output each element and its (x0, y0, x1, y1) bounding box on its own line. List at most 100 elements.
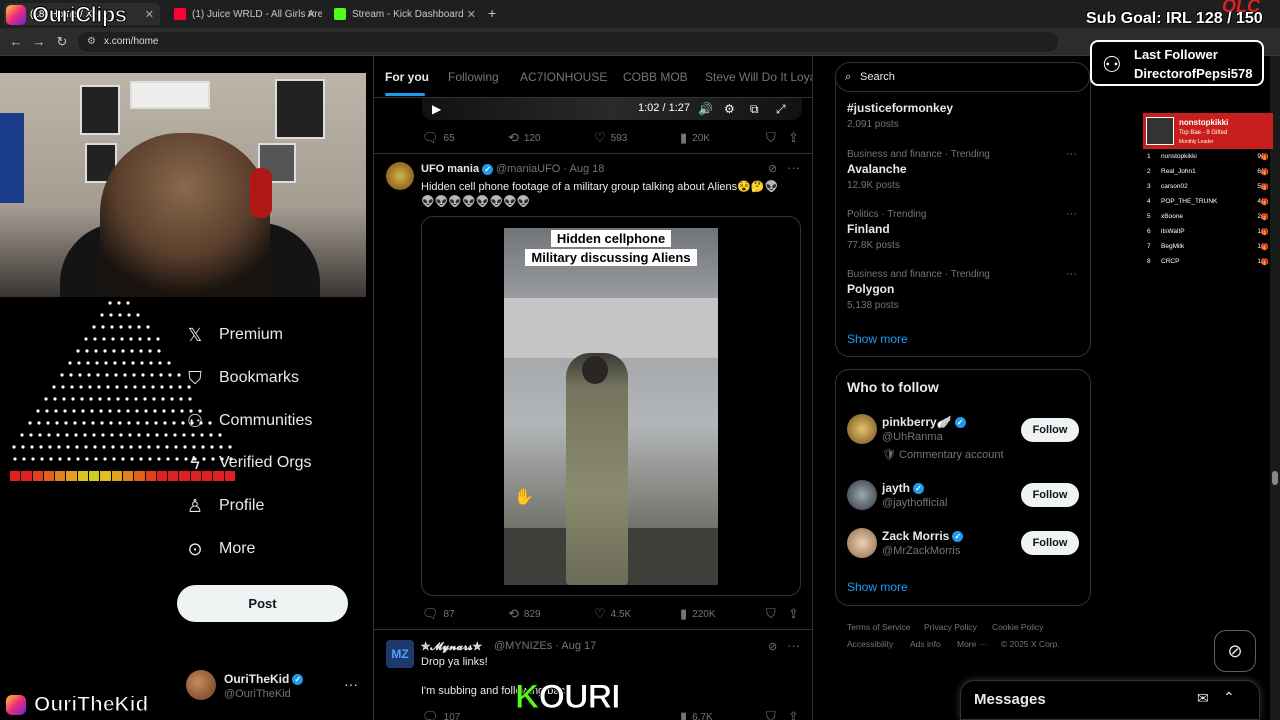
repost-button[interactable]: ⟲ 120 (508, 130, 541, 146)
like-button[interactable]: ♡ 593 (594, 130, 627, 146)
grok-icon[interactable]: ⊘ (768, 640, 777, 653)
back-arrow-icon[interactable]: ← (8, 34, 24, 49)
pattern-dot (166, 457, 170, 461)
meter-segment (156, 471, 168, 481)
grok-button[interactable]: ⊘ (1214, 630, 1256, 672)
picture-in-picture-icon[interactable]: ⧉ (750, 102, 759, 117)
url-input[interactable]: ⚙ x.com/home (78, 32, 1058, 52)
tweet-video[interactable]: Hidden cellphone Military discussing Ali… (421, 216, 801, 596)
reply-button[interactable]: 🗨 87 (422, 606, 455, 622)
reload-icon[interactable]: ↻ (54, 34, 70, 50)
account-more-icon[interactable]: ··· (344, 676, 358, 692)
terms-link[interactable]: Terms of Service (847, 622, 910, 632)
views-button[interactable]: ▮ 6.7K (680, 709, 713, 720)
follow-button[interactable]: Follow (1021, 418, 1079, 442)
bookmark-button[interactable]: ⛉ (766, 709, 776, 720)
close-tab-icon[interactable]: ✕ (145, 8, 154, 21)
new-message-icon[interactable]: ✉ (1197, 690, 1209, 707)
share-button[interactable]: ⇪ (788, 606, 799, 622)
close-tab-icon[interactable]: ✕ (307, 8, 316, 21)
scrollbar-thumb[interactable] (1272, 471, 1278, 485)
trend-more-icon[interactable]: ··· (1066, 148, 1077, 160)
nav-profile[interactable]: ♙ Profile (185, 490, 264, 522)
share-button[interactable]: ⇪ (788, 709, 799, 720)
leaderboard-user: xBoone (1161, 213, 1184, 220)
avatar[interactable] (386, 162, 414, 190)
play-icon[interactable]: ▶ (432, 102, 441, 116)
trend-more-icon[interactable]: ··· (1066, 268, 1077, 280)
nav-more[interactable]: ⊙ More (185, 533, 255, 565)
show-more-trends-link[interactable]: Show more (847, 332, 908, 346)
volume-icon[interactable]: 🔊 (698, 102, 713, 116)
tweet-author-handle[interactable]: @MYNIZEs · Aug 17 (494, 640, 596, 652)
trend-name[interactable]: Polygon (847, 282, 894, 296)
tab-cobb-mob[interactable]: COBB MOB (623, 70, 688, 84)
pattern-dot (63, 409, 67, 413)
pattern-dot (128, 433, 132, 437)
trend-more-icon[interactable]: ··· (1066, 208, 1077, 220)
share-icon: ⇪ (788, 709, 799, 720)
grok-icon[interactable]: ⊘ (768, 162, 777, 175)
settings-icon[interactable]: ⚙ (724, 102, 735, 116)
avatar[interactable] (847, 528, 877, 558)
leaderboard-rank: 8 (1147, 258, 1151, 265)
follow-suggestion-name[interactable]: jayth ✓ (882, 481, 925, 495)
follow-button[interactable]: Follow (1021, 531, 1079, 555)
more-footer-link[interactable]: More ··· (957, 639, 987, 649)
follow-suggestion-name[interactable]: pinkberry🪽 ✓ (882, 415, 966, 429)
pattern-dot (161, 397, 165, 401)
avatar[interactable] (847, 414, 877, 444)
post-button[interactable]: Post (177, 585, 348, 622)
ads-info-link[interactable]: Ads info (910, 639, 941, 649)
nav-label: More (219, 540, 256, 557)
site-info-icon[interactable]: ⚙ (87, 32, 96, 52)
fullscreen-icon[interactable]: ⤢ (776, 102, 786, 117)
avatar[interactable] (847, 480, 877, 510)
repost-button[interactable]: ⟲ 829 (508, 606, 541, 622)
trend-name[interactable]: Finland (847, 222, 890, 236)
account-switcher[interactable]: OuriTheKid ✓ @OuriTheKid ··· (186, 670, 366, 702)
webcam-overlay (0, 73, 366, 297)
like-button[interactable]: ♡ 4.5K (594, 606, 631, 622)
video-time: 1:02 / 1:27 (638, 102, 690, 114)
close-tab-icon[interactable]: ✕ (467, 8, 476, 21)
tweet-author-handle[interactable]: @maniaUFO · Aug 18 (496, 163, 604, 175)
views-button[interactable]: ▮ 20K (680, 130, 710, 146)
new-tab-button[interactable]: + (488, 5, 496, 21)
pattern-dot (188, 397, 192, 401)
pattern-dot (45, 409, 49, 413)
show-more-follow-link[interactable]: Show more (847, 580, 908, 594)
gift-icon: 🎁 (1260, 199, 1269, 206)
avatar[interactable]: MZ (386, 640, 414, 668)
tab-steve-will-do-it-loyal[interactable]: Steve Will Do It Loyal (705, 70, 812, 84)
tweet-author-name[interactable]: ✮𝓜𝔂𝓷𝓪𝓻𝓼✮ (421, 640, 482, 654)
browser-tab-youtube[interactable]: (1) Juice WRLD - All Girls Are Th ✕ (166, 3, 322, 25)
reply-button[interactable]: 🗨 107 (422, 709, 460, 720)
trend-name[interactable]: Avalanche (847, 162, 907, 176)
views-button[interactable]: ▮ 220K (680, 606, 716, 622)
cookie-link[interactable]: Cookie Policy (992, 622, 1044, 632)
messages-drawer[interactable]: Messages ✉ ⌃ (960, 680, 1260, 720)
browser-tab-kick[interactable]: Stream - Kick Dashboard ✕ (326, 3, 482, 25)
tweet-author-name[interactable]: UFO mania ✓ (421, 163, 494, 175)
tab-ac7ionhouse[interactable]: AC7IONHOUSE (520, 70, 607, 84)
follow-suggestion-name[interactable]: Zack Morris ✓ (882, 529, 964, 543)
privacy-link[interactable]: Privacy Policy (924, 622, 977, 632)
reply-button[interactable]: 🗨 65 (422, 130, 455, 146)
trend-name[interactable]: #justiceformonkey (847, 101, 953, 115)
bookmark-button[interactable]: ⛉ (766, 130, 776, 146)
share-icon: ⇪ (788, 606, 799, 621)
pattern-dot (123, 373, 127, 377)
tweet-more-icon[interactable]: ··· (787, 638, 800, 653)
forward-arrow-icon[interactable]: → (31, 34, 47, 49)
pattern-dot (53, 397, 57, 401)
bookmark-button[interactable]: ⛉ (766, 606, 776, 622)
expand-icon[interactable]: ⌃ (1223, 689, 1235, 706)
pattern-dot (218, 433, 222, 437)
tab-following[interactable]: Following (448, 70, 499, 84)
tab-for-you[interactable]: For you (385, 70, 429, 84)
accessibility-link[interactable]: Accessibility (847, 639, 893, 649)
follow-button[interactable]: Follow (1021, 483, 1079, 507)
tweet-more-icon[interactable]: ··· (787, 160, 800, 175)
share-button[interactable]: ⇪ (788, 130, 799, 146)
